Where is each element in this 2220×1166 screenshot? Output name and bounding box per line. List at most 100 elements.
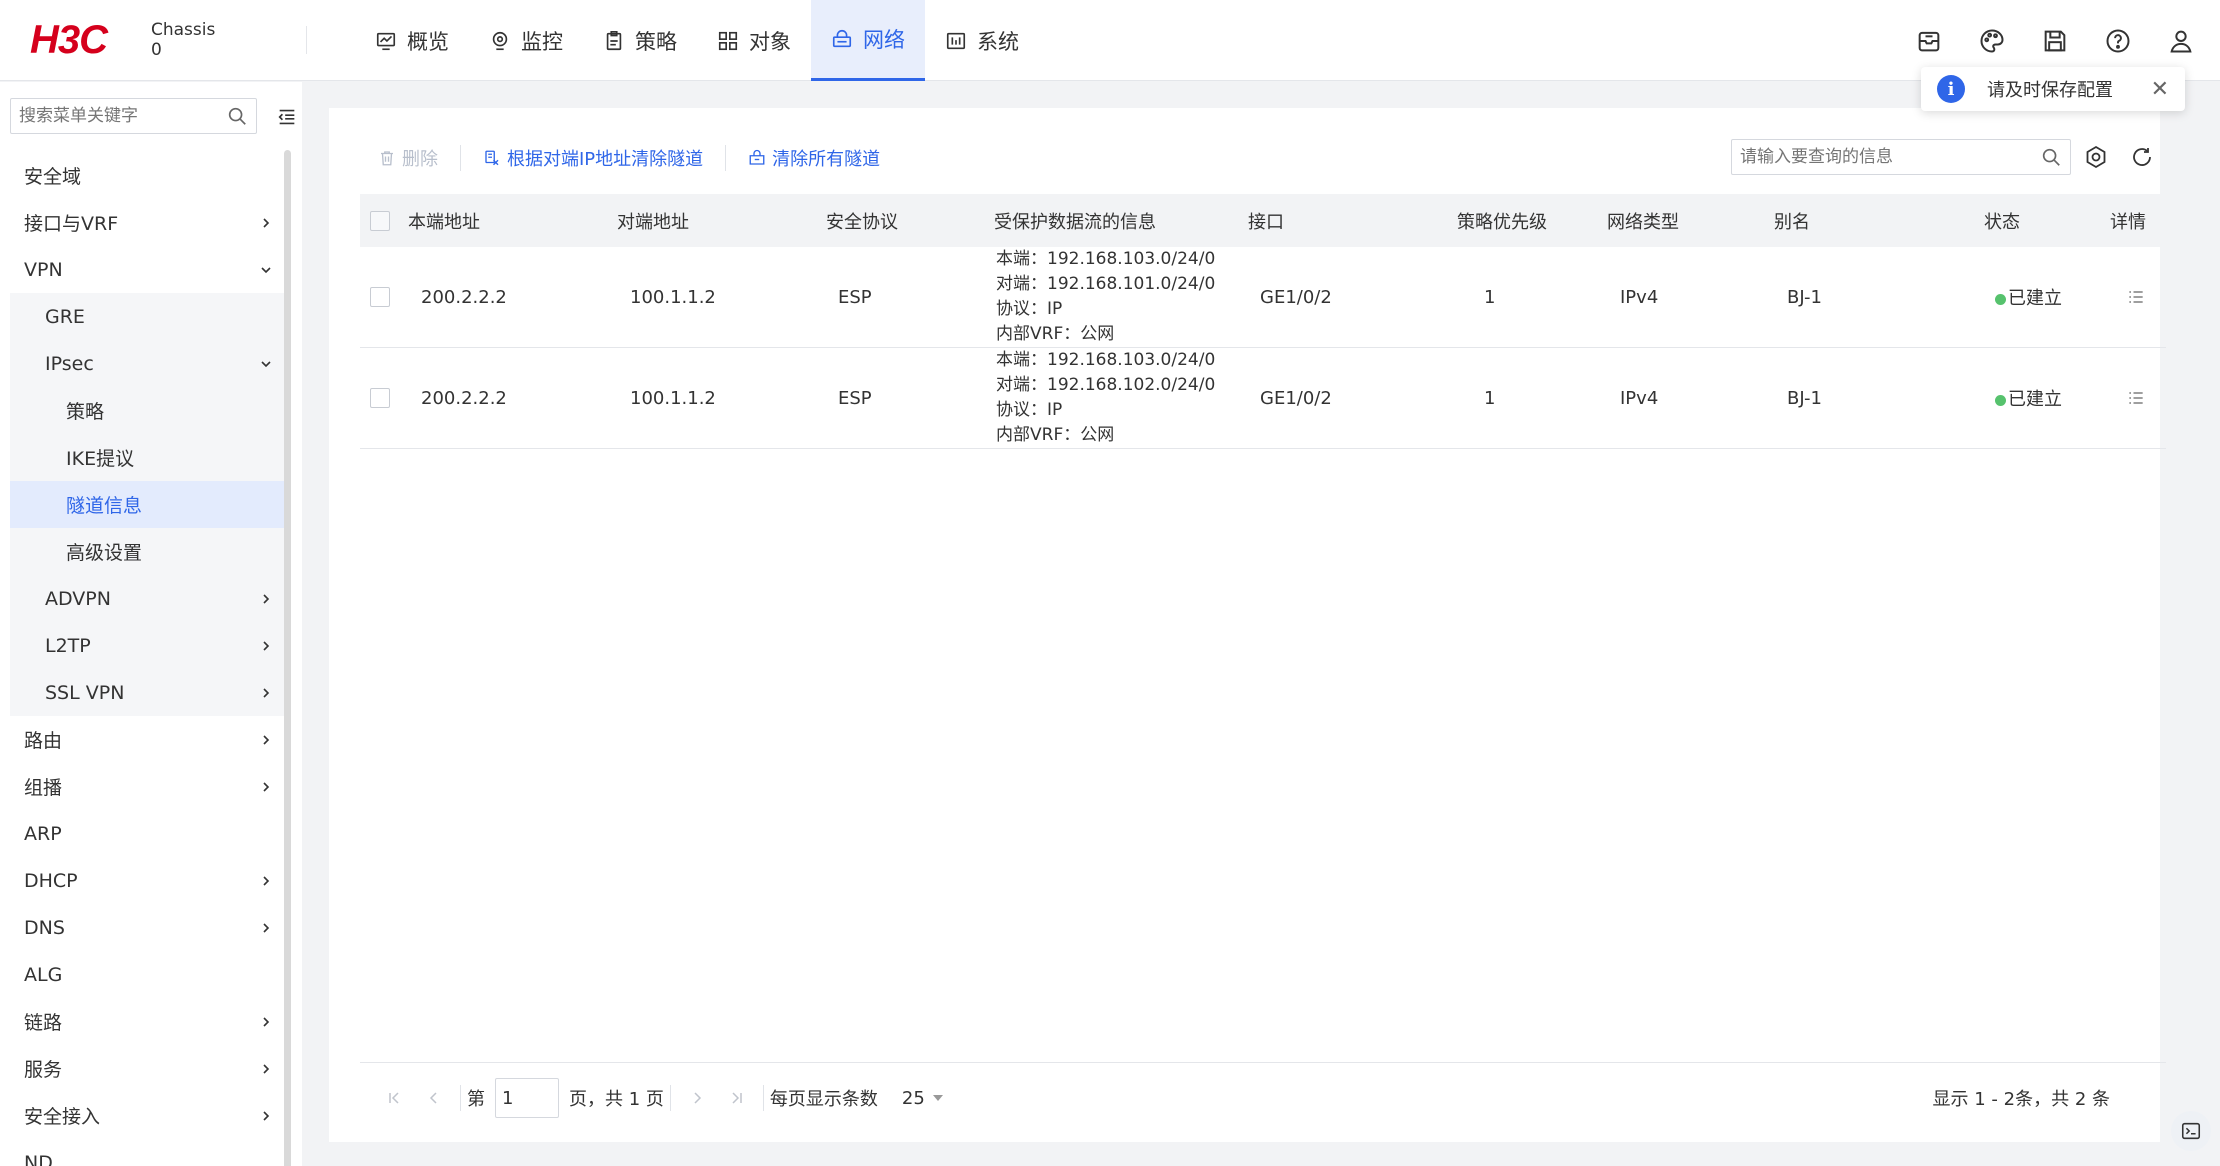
col-network-type[interactable]: 网络类型: [1607, 208, 1679, 234]
h3c-logo[interactable]: H3C: [30, 18, 108, 63]
page-number-input[interactable]: 1: [495, 1078, 559, 1118]
nav-policy[interactable]: 策略: [583, 0, 697, 81]
sidebar-item-label: 安全接入: [24, 1106, 101, 1128]
col-alias[interactable]: 别名: [1774, 208, 1810, 234]
collapse-menu-icon[interactable]: [276, 106, 298, 128]
col-details: 详情: [2110, 211, 2146, 233]
sidebar-item-label: 高级设置: [66, 542, 143, 564]
clear-all-button[interactable]: 清除所有隧道: [744, 145, 884, 171]
main-nav: 概览 监控 策略 对象 网络 系统: [355, 0, 1039, 81]
chevron-right-icon: [263, 217, 270, 228]
sidebar-item[interactable]: IKE提议: [10, 434, 284, 481]
column-settings-icon[interactable]: [2084, 145, 2108, 169]
col-status[interactable]: 状态: [1984, 208, 2020, 234]
sidebar-item[interactable]: 策略: [10, 387, 284, 434]
sidebar-item[interactable]: L2TP: [10, 622, 284, 669]
help-button[interactable]: [2086, 9, 2149, 72]
monitor-icon: [492, 31, 508, 50]
col-interface[interactable]: 接口: [1248, 208, 1284, 234]
interface: GE1/0/2: [1260, 387, 1332, 409]
refresh-icon[interactable]: [2130, 145, 2154, 169]
sidebar-item[interactable]: 安全接入: [10, 1092, 284, 1139]
close-icon[interactable]: ✕: [2151, 77, 2169, 102]
flow-protocol: 协议：IP: [996, 400, 1063, 420]
sidebar-item[interactable]: ALG: [10, 951, 284, 998]
message-button[interactable]: [1897, 9, 1960, 72]
sidebar-item-label: 路由: [24, 730, 63, 752]
nav-monitor[interactable]: 监控: [469, 0, 583, 81]
row-checkbox[interactable]: [370, 287, 390, 307]
page-size-select[interactable]: 25: [902, 1088, 943, 1109]
nav-objects[interactable]: 对象: [697, 0, 811, 81]
search-icon[interactable]: [226, 105, 248, 127]
save-config-button[interactable]: [2023, 9, 2086, 72]
col-policy-priority[interactable]: 策略优先级: [1457, 208, 1547, 234]
sidebar-item[interactable]: 组播: [10, 763, 284, 810]
terminal-button[interactable]: [2171, 1111, 2211, 1151]
sidebar-item[interactable]: SSL VPN: [10, 669, 284, 716]
table-row[interactable]: 200.2.2.2 100.1.1.2 ESP 本端：192.168.103.0…: [360, 348, 2166, 449]
first-page-button[interactable]: [374, 1083, 414, 1113]
clear-by-peer-label: 根据对端IP地址清除隧道: [507, 149, 704, 170]
col-local-address[interactable]: 本端地址: [408, 208, 480, 234]
sidebar-item[interactable]: 隧道信息: [10, 481, 284, 528]
sidebar-item-label: 策略: [66, 401, 105, 423]
last-page-button[interactable]: [717, 1083, 757, 1113]
sidebar-item[interactable]: 高级设置: [10, 528, 284, 575]
menu-search-input[interactable]: [19, 106, 219, 126]
status-badge: 已建立: [1995, 385, 2062, 411]
row-checkbox[interactable]: [370, 388, 390, 408]
col-security-protocol[interactable]: 安全协议: [826, 208, 898, 234]
query-input[interactable]: [1740, 147, 2030, 167]
chevron-right-icon: [263, 687, 270, 698]
sidebar-item[interactable]: 安全域: [10, 152, 284, 199]
sidebar-item[interactable]: DHCP: [10, 857, 284, 904]
nav-label: 策略: [635, 29, 677, 54]
sidebar-item[interactable]: DNS: [10, 904, 284, 951]
delete-button[interactable]: 删除: [374, 145, 442, 171]
pagination-divider: [762, 1085, 764, 1111]
page-size-value: 25: [901, 1087, 925, 1109]
nav-label: 对象: [749, 29, 791, 54]
alias: BJ-1: [1787, 286, 1822, 308]
search-icon[interactable]: [2040, 146, 2062, 168]
col-protected-flow[interactable]: 受保护数据流的信息: [994, 208, 1156, 234]
nav-system[interactable]: 系统: [925, 0, 1039, 81]
sidebar-item[interactable]: IPsec: [10, 340, 284, 387]
details-list-icon[interactable]: [2126, 287, 2146, 307]
theme-button[interactable]: [1960, 9, 2023, 72]
table-row[interactable]: 200.2.2.2 100.1.1.2 ESP 本端：192.168.103.0…: [360, 247, 2166, 348]
details-list-icon[interactable]: [2126, 388, 2146, 408]
nav-overview[interactable]: 概览: [355, 0, 469, 81]
sidebar-scrollbar[interactable]: [284, 150, 291, 1166]
sidebar-item-label: ND: [24, 1151, 53, 1166]
sidebar-item[interactable]: ADVPN: [10, 575, 284, 622]
sidebar-item[interactable]: 服务: [10, 1045, 284, 1092]
chevron-down-icon: [261, 360, 271, 367]
col-peer-address[interactable]: 对端地址: [617, 208, 689, 234]
sidebar-item[interactable]: 链路: [10, 998, 284, 1045]
nav-label: 系统: [977, 29, 1019, 54]
clear-tunnel-icon: [485, 150, 499, 166]
sidebar-item-label: SSL VPN: [45, 681, 125, 704]
pagination-divider: [460, 1085, 461, 1111]
sidebar-item[interactable]: 接口与VRF: [10, 199, 284, 246]
peer-address: 100.1.1.2: [630, 286, 716, 308]
sidebar-item[interactable]: ARP: [10, 810, 284, 857]
sidebar-item[interactable]: VPN: [10, 246, 284, 293]
prev-page-button[interactable]: [414, 1083, 454, 1113]
clear-by-peer-button[interactable]: 根据对端IP地址清除隧道: [479, 145, 707, 171]
next-page-button[interactable]: [677, 1083, 717, 1113]
user-button[interactable]: [2149, 9, 2212, 72]
nav-network[interactable]: 网络: [811, 0, 925, 81]
sidebar-item[interactable]: GRE: [10, 293, 284, 340]
sidebar-item[interactable]: ND: [10, 1139, 284, 1166]
select-all-checkbox[interactable]: [370, 210, 390, 231]
security-protocol: ESP: [838, 286, 872, 308]
tunnel-table: 本端地址 对端地址 安全协议 受保护数据流的信息 接口 策略优先级 网络类型 别…: [360, 194, 2166, 449]
first-page-icon: [389, 1092, 399, 1104]
sidebar-item[interactable]: 路由: [10, 716, 284, 763]
sidebar-item-label: DHCP: [24, 869, 78, 892]
sidebar-item-label: 服务: [24, 1059, 63, 1081]
sidebar-item-label: L2TP: [45, 634, 91, 657]
